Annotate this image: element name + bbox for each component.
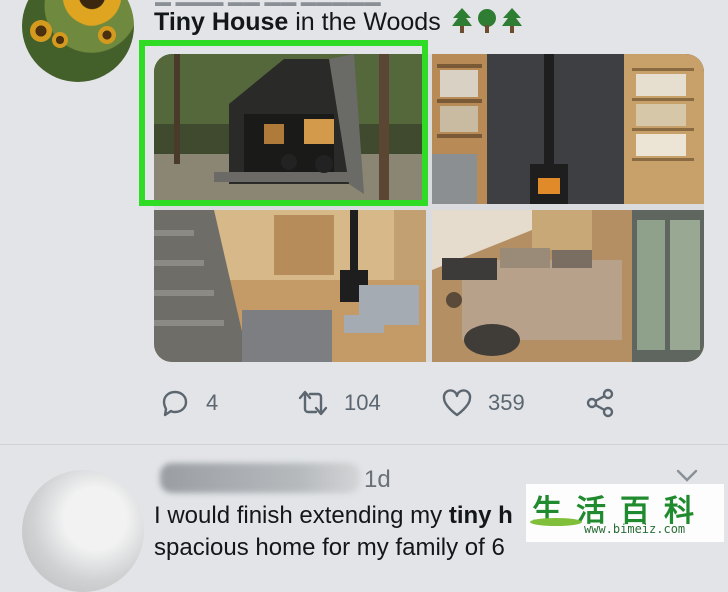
blurred-username <box>160 463 360 493</box>
tweet-time: 1d <box>364 466 391 493</box>
tweet-text-bold: Tiny House <box>154 8 289 36</box>
reply-count: 4 <box>206 390 219 415</box>
tweet-text-line2: spacious home for my family of 6 <box>154 534 505 561</box>
retweet-count: 104 <box>344 390 381 415</box>
tweet-text-rest: in the Woods <box>288 8 441 36</box>
avatar[interactable] <box>22 0 134 82</box>
deciduous-tree-icon <box>477 9 496 33</box>
author-line-cropped: ▬ ▬▬▬ ▬▬ ▬▬ ▬▬▬▬▬ <box>155 0 381 6</box>
evergreen-tree-icon <box>501 8 522 33</box>
heart-icon <box>442 389 472 417</box>
tweet-text-start: I would finish extending my <box>154 502 449 529</box>
evergreen-tree-icon <box>451 8 472 33</box>
share-icon <box>586 388 614 418</box>
like-count: 359 <box>488 390 525 415</box>
tweet-divider <box>0 444 728 445</box>
like-button[interactable]: 359 <box>440 386 525 420</box>
tweet-text-bold: tiny h <box>448 502 513 529</box>
selected-photo-highlight <box>139 40 428 206</box>
photo-bedroom[interactable] <box>432 210 704 362</box>
chevron-down-icon[interactable] <box>676 468 698 484</box>
watermark-swoosh <box>530 518 582 526</box>
reply-icon <box>162 390 188 417</box>
tweet-text: I would finish extending my tiny h spaci… <box>154 500 513 564</box>
photo-living-room[interactable] <box>154 210 426 362</box>
photo-wood-stove[interactable] <box>432 54 704 204</box>
reply-button[interactable]: 4 <box>158 386 218 420</box>
watermark-logo: 生活百科 www.bimeiz.com <box>526 484 724 542</box>
tweet-text: Tiny House in the Woods <box>154 8 523 37</box>
watermark-url: www.bimeiz.com <box>584 522 686 536</box>
retweet-button[interactable]: 104 <box>296 386 381 420</box>
bedroom-image <box>432 210 704 362</box>
share-button[interactable] <box>584 386 618 420</box>
living-room-image <box>154 210 426 362</box>
retweet-icon <box>298 390 328 416</box>
wood-stove-image <box>432 54 704 204</box>
avatar[interactable] <box>22 470 144 592</box>
